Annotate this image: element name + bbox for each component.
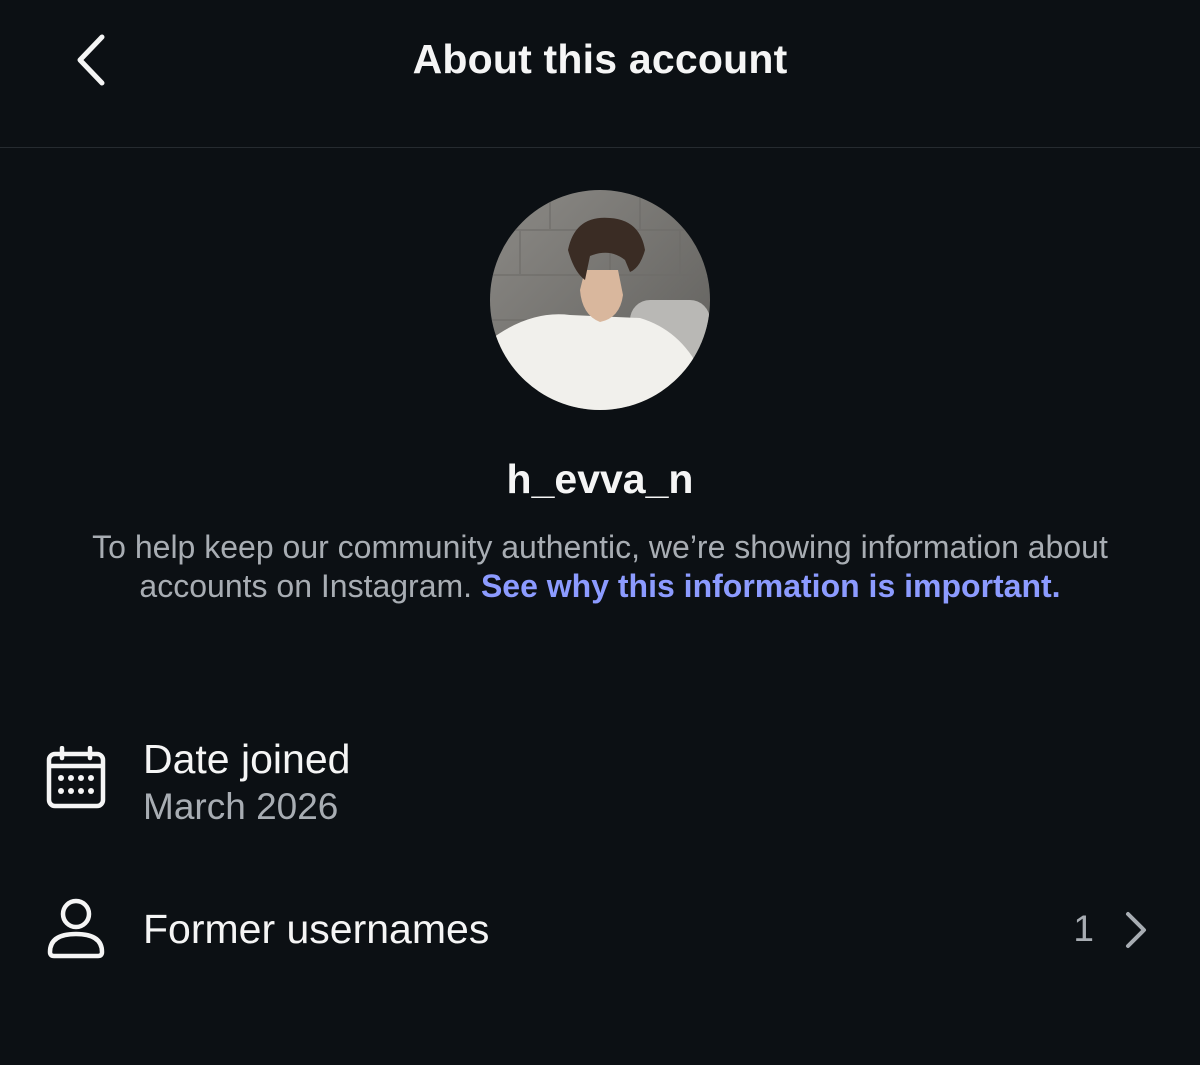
former-usernames-count: 1 [1073, 908, 1094, 949]
date-joined-label: Date joined [143, 736, 351, 782]
profile-avatar [490, 190, 710, 410]
chevron-right-icon [1126, 912, 1146, 948]
username: h_evva_n [506, 456, 694, 502]
former-usernames-row[interactable]: Former usernames 1 [0, 890, 1200, 970]
calendar-icon [42, 744, 110, 812]
person-icon [42, 894, 110, 962]
date-joined-row: Date joined March 2026 [0, 730, 1200, 840]
former-usernames-label: Former usernames [143, 906, 490, 952]
info-link[interactable]: See why this information is important. [481, 568, 1061, 604]
page-title: About this account [412, 36, 788, 82]
date-joined-value: March 2026 [143, 786, 339, 827]
info-description: To help keep our community authentic, we… [70, 528, 1130, 606]
top-bar: About this account [0, 0, 1200, 148]
